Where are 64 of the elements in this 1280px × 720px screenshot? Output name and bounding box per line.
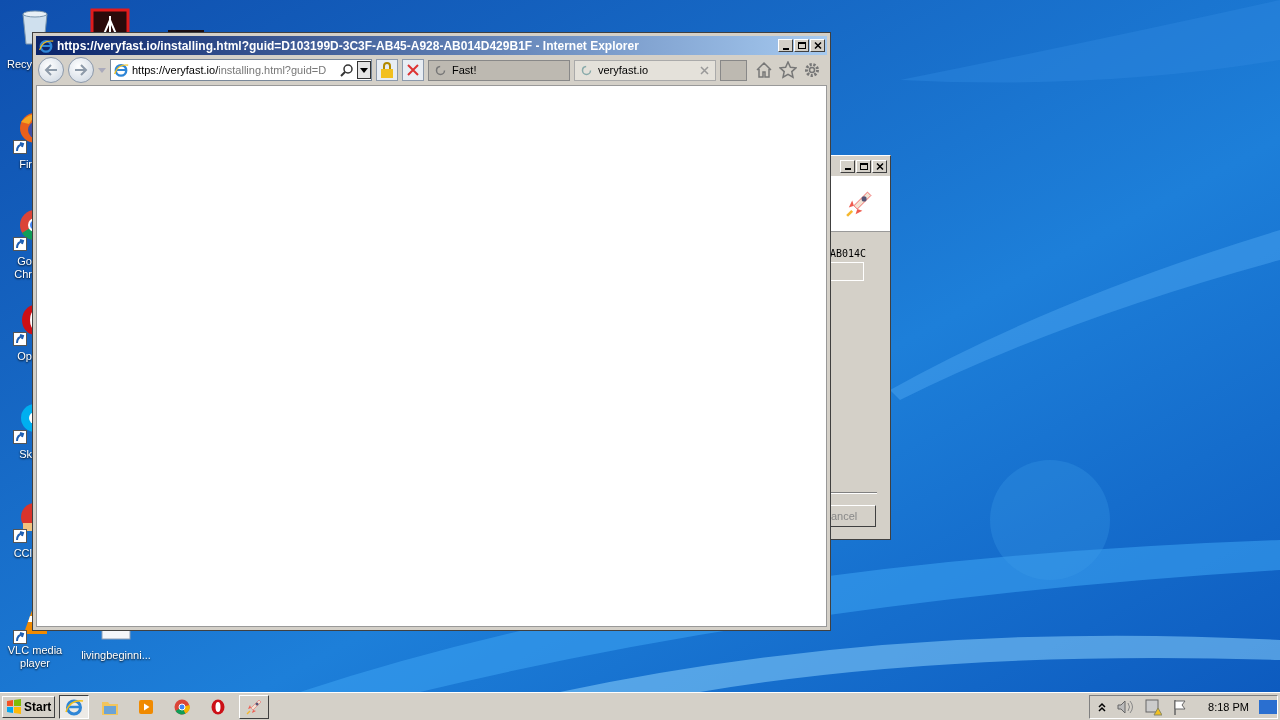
url-text: https://veryfast.io/installing.html?guid=D — [132, 64, 328, 76]
forward-arrow-icon — [74, 64, 88, 76]
taskbar-item[interactable] — [59, 695, 90, 719]
icon-label: Go — [16, 255, 32, 268]
spinner-icon — [581, 64, 592, 76]
start-button[interactable]: Start — [2, 696, 56, 718]
back-arrow-icon — [44, 64, 58, 76]
windows-logo-icon — [6, 699, 22, 715]
close-icon[interactable] — [700, 65, 709, 75]
shortcut-arrow-icon — [13, 140, 27, 154]
browser-tab[interactable]: veryfast.io — [574, 59, 716, 81]
spinner-icon — [435, 64, 446, 76]
address-field[interactable]: https://veryfast.io/installing.html?guid=D — [110, 59, 372, 81]
input-field[interactable] — [830, 262, 864, 281]
stop-button[interactable] — [402, 59, 424, 81]
padlock-icon — [380, 62, 394, 78]
icon-label: Chr — [13, 268, 32, 281]
minimize-button[interactable] — [778, 39, 793, 52]
shortcut-arrow-icon — [13, 529, 27, 543]
chevron-up-icon[interactable] — [1098, 702, 1107, 712]
cross-icon — [407, 64, 419, 76]
icon-label: Sk — [18, 448, 32, 461]
lock-button[interactable] — [376, 59, 398, 81]
speaker-icon[interactable] — [1116, 699, 1135, 715]
shortcut-arrow-icon — [13, 332, 27, 346]
maximize-button[interactable] — [856, 159, 871, 173]
clock[interactable]: 8:18 PM — [1198, 701, 1249, 713]
icon-label: VLC media — [6, 644, 64, 657]
forward-button[interactable] — [68, 57, 94, 83]
home-icon[interactable] — [755, 61, 773, 79]
guid-text: AB014C — [830, 248, 868, 259]
icon-label: Fir — [18, 158, 32, 171]
dropdown-icon[interactable] — [357, 61, 371, 79]
close-button[interactable] — [872, 159, 887, 173]
close-button[interactable] — [810, 39, 825, 52]
browser-tab[interactable]: Fast! — [428, 59, 570, 81]
e-logo-icon — [64, 697, 85, 717]
e-logo-icon — [38, 37, 54, 54]
maximize-button[interactable] — [794, 39, 809, 52]
flag-icon[interactable] — [1172, 699, 1189, 715]
ring-icon — [172, 697, 193, 717]
star-icon[interactable] — [779, 61, 797, 79]
network-warning-icon[interactable] — [1144, 698, 1163, 716]
icon-label: CCl — [12, 547, 32, 560]
icon-label: livingbeginni... — [80, 649, 152, 662]
shortcut-arrow-icon — [13, 237, 27, 251]
icon-label: Op — [16, 350, 32, 363]
maximize-icon — [858, 161, 869, 171]
close-icon — [812, 41, 823, 50]
minimize-icon — [844, 168, 851, 170]
shortcut-arrow-icon — [13, 630, 27, 644]
window-title: https://veryfast.io/installing.html?guid=D103199D-3C3F-AB45-A928-AB014D429B1F - Internet Explorer — [57, 38, 640, 53]
close-icon — [874, 161, 885, 171]
shortcut-arrow-icon — [13, 430, 27, 444]
minimize-button[interactable] — [840, 159, 855, 173]
back-button[interactable] — [38, 57, 64, 83]
minimize-icon — [782, 47, 789, 50]
search-icon[interactable] — [340, 63, 354, 77]
e-logo-icon — [113, 62, 129, 78]
icon-label: player — [19, 657, 51, 670]
new-tab-button[interactable] — [720, 59, 747, 81]
maximize-icon — [796, 41, 807, 50]
icon-label: Recy — [5, 58, 32, 71]
settings-icon[interactable] — [803, 61, 821, 79]
